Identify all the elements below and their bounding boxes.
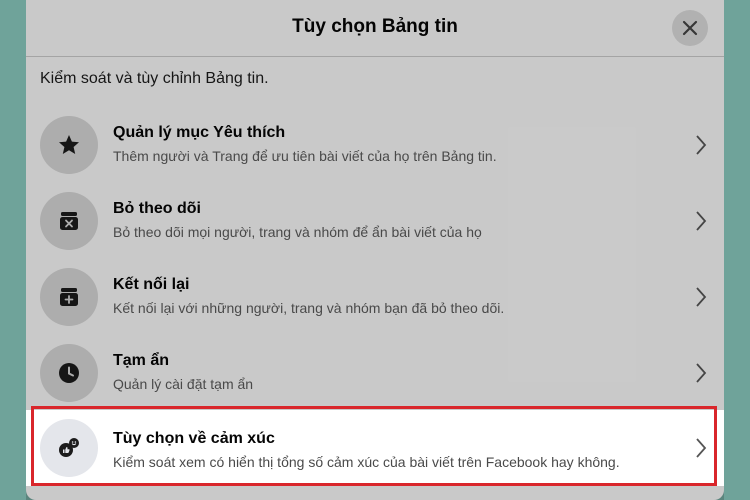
item-description: Bỏ theo dõi mọi người, trang và nhóm để … bbox=[113, 224, 482, 240]
chevron-right-icon bbox=[696, 135, 707, 155]
chevron-right-icon bbox=[696, 363, 707, 383]
item-title: Kết nối lại bbox=[113, 276, 190, 293]
item-description: Kết nối lại với những người, trang và nh… bbox=[113, 300, 505, 316]
close-button[interactable] bbox=[672, 10, 708, 46]
chevron-right-icon bbox=[696, 211, 707, 231]
clock-icon bbox=[40, 344, 98, 402]
dialog-header: Tùy chọn Bảng tin bbox=[26, 0, 724, 57]
item-title: Tạm ẩn bbox=[113, 352, 170, 369]
menu-item-unfollow[interactable]: Bỏ theo dõi Bỏ theo dõi mọi người, trang… bbox=[26, 188, 724, 264]
menu-item-favorites[interactable]: Quản lý mục Yêu thích Thêm người và Tran… bbox=[26, 112, 724, 188]
dialog-title: Tùy chọn Bảng tin bbox=[292, 16, 458, 37]
highlight-frame bbox=[31, 406, 717, 486]
item-description: Quản lý cài đặt tạm ẩn bbox=[113, 376, 254, 392]
reconnect-icon bbox=[40, 268, 98, 326]
star-icon bbox=[40, 116, 98, 174]
close-icon bbox=[682, 20, 698, 36]
item-title: Quản lý mục Yêu thích bbox=[113, 124, 286, 141]
menu-item-reconnect[interactable]: Kết nối lại Kết nối lại với những người,… bbox=[26, 264, 724, 340]
unfollow-icon bbox=[40, 192, 98, 250]
chevron-right-icon bbox=[696, 287, 707, 307]
item-title: Bỏ theo dõi bbox=[113, 200, 201, 217]
item-description: Thêm người và Trang để ưu tiên bài viết … bbox=[113, 148, 497, 164]
menu-item-snooze[interactable]: Tạm ẩn Quản lý cài đặt tạm ẩn bbox=[26, 340, 724, 416]
dialog-subtitle: Kiểm soát và tùy chỉnh Bảng tin. bbox=[40, 70, 269, 87]
